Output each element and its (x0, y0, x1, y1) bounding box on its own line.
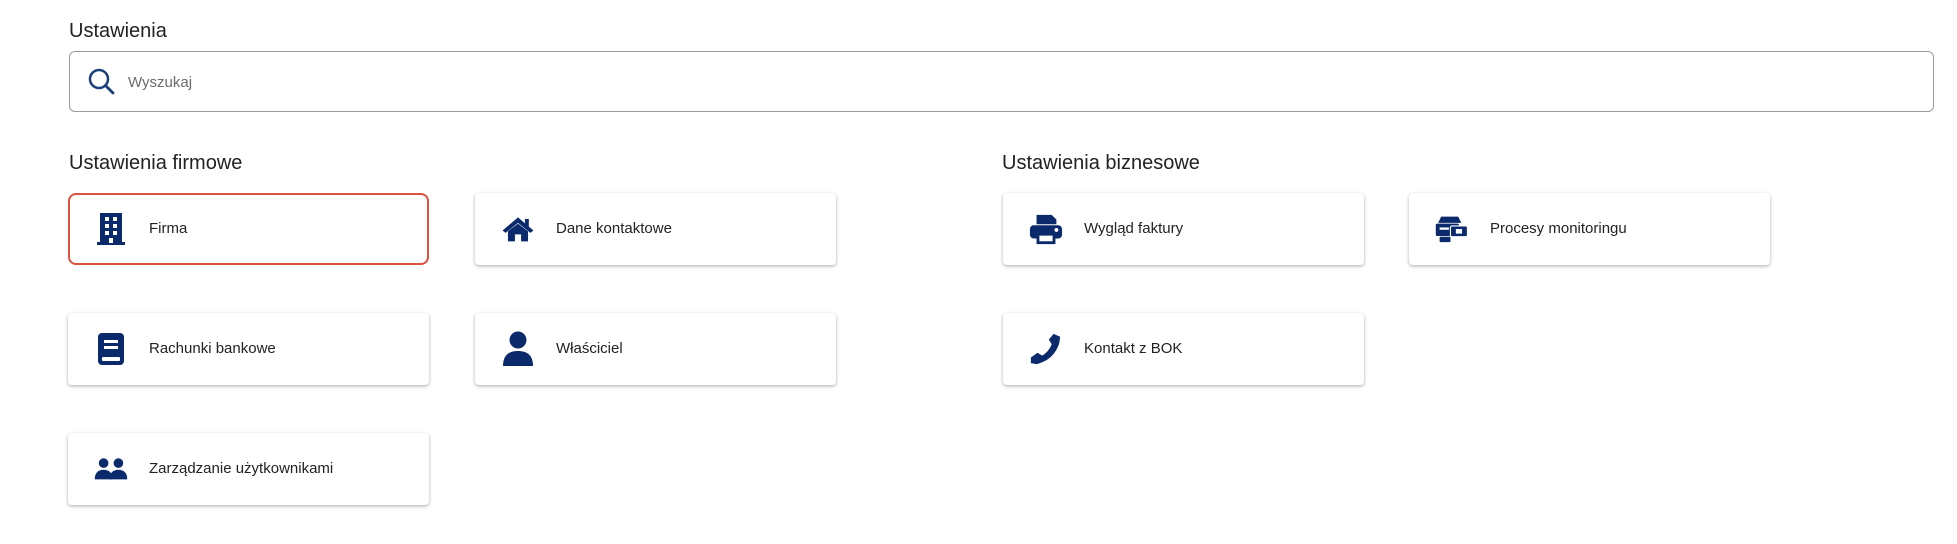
home-icon (501, 213, 535, 245)
tile-wyglad-faktury[interactable]: Wygląd faktury (1003, 193, 1364, 265)
user-icon (501, 331, 535, 366)
section-title-business: Ustawienia biznesowe (1002, 152, 1200, 174)
phone-icon (1029, 333, 1063, 365)
section-title-company: Ustawienia firmowe (69, 152, 243, 174)
settings-page: Ustawienia Ustawienia firmowe Firma (0, 0, 1957, 544)
tile-label: Wygląd faktury (1084, 220, 1184, 237)
tile-zarzadzanie-uzytkownikami[interactable]: Zarządzanie użytkownikami (68, 433, 429, 505)
search-input[interactable] (128, 66, 1908, 98)
search-box[interactable] (69, 51, 1934, 112)
page-title: Ustawienia (69, 20, 167, 42)
building-icon (94, 213, 128, 245)
tile-dane-kontaktowe[interactable]: Dane kontaktowe (475, 193, 836, 265)
search-icon (88, 68, 115, 95)
tile-kontakt-z-bok[interactable]: Kontakt z BOK (1003, 313, 1364, 385)
tile-wlasciciel[interactable]: Właściciel (475, 313, 836, 385)
users-icon (94, 453, 128, 485)
tile-label: Procesy monitoringu (1490, 220, 1627, 237)
tile-procesy-monitoringu[interactable]: Procesy monitoringu (1409, 193, 1770, 265)
monitoring-icon (1435, 213, 1469, 245)
printer-icon (1029, 213, 1063, 245)
tile-label: Firma (149, 220, 188, 237)
book-icon (94, 333, 128, 365)
tile-rachunki-bankowe[interactable]: Rachunki bankowe (68, 313, 429, 385)
tile-label: Rachunki bankowe (149, 340, 276, 357)
tile-label: Kontakt z BOK (1084, 340, 1183, 357)
tile-label: Właściciel (556, 340, 623, 357)
tile-firma[interactable]: Firma (68, 193, 429, 265)
tile-label: Dane kontaktowe (556, 220, 672, 237)
tile-label: Zarządzanie użytkownikami (149, 460, 334, 477)
